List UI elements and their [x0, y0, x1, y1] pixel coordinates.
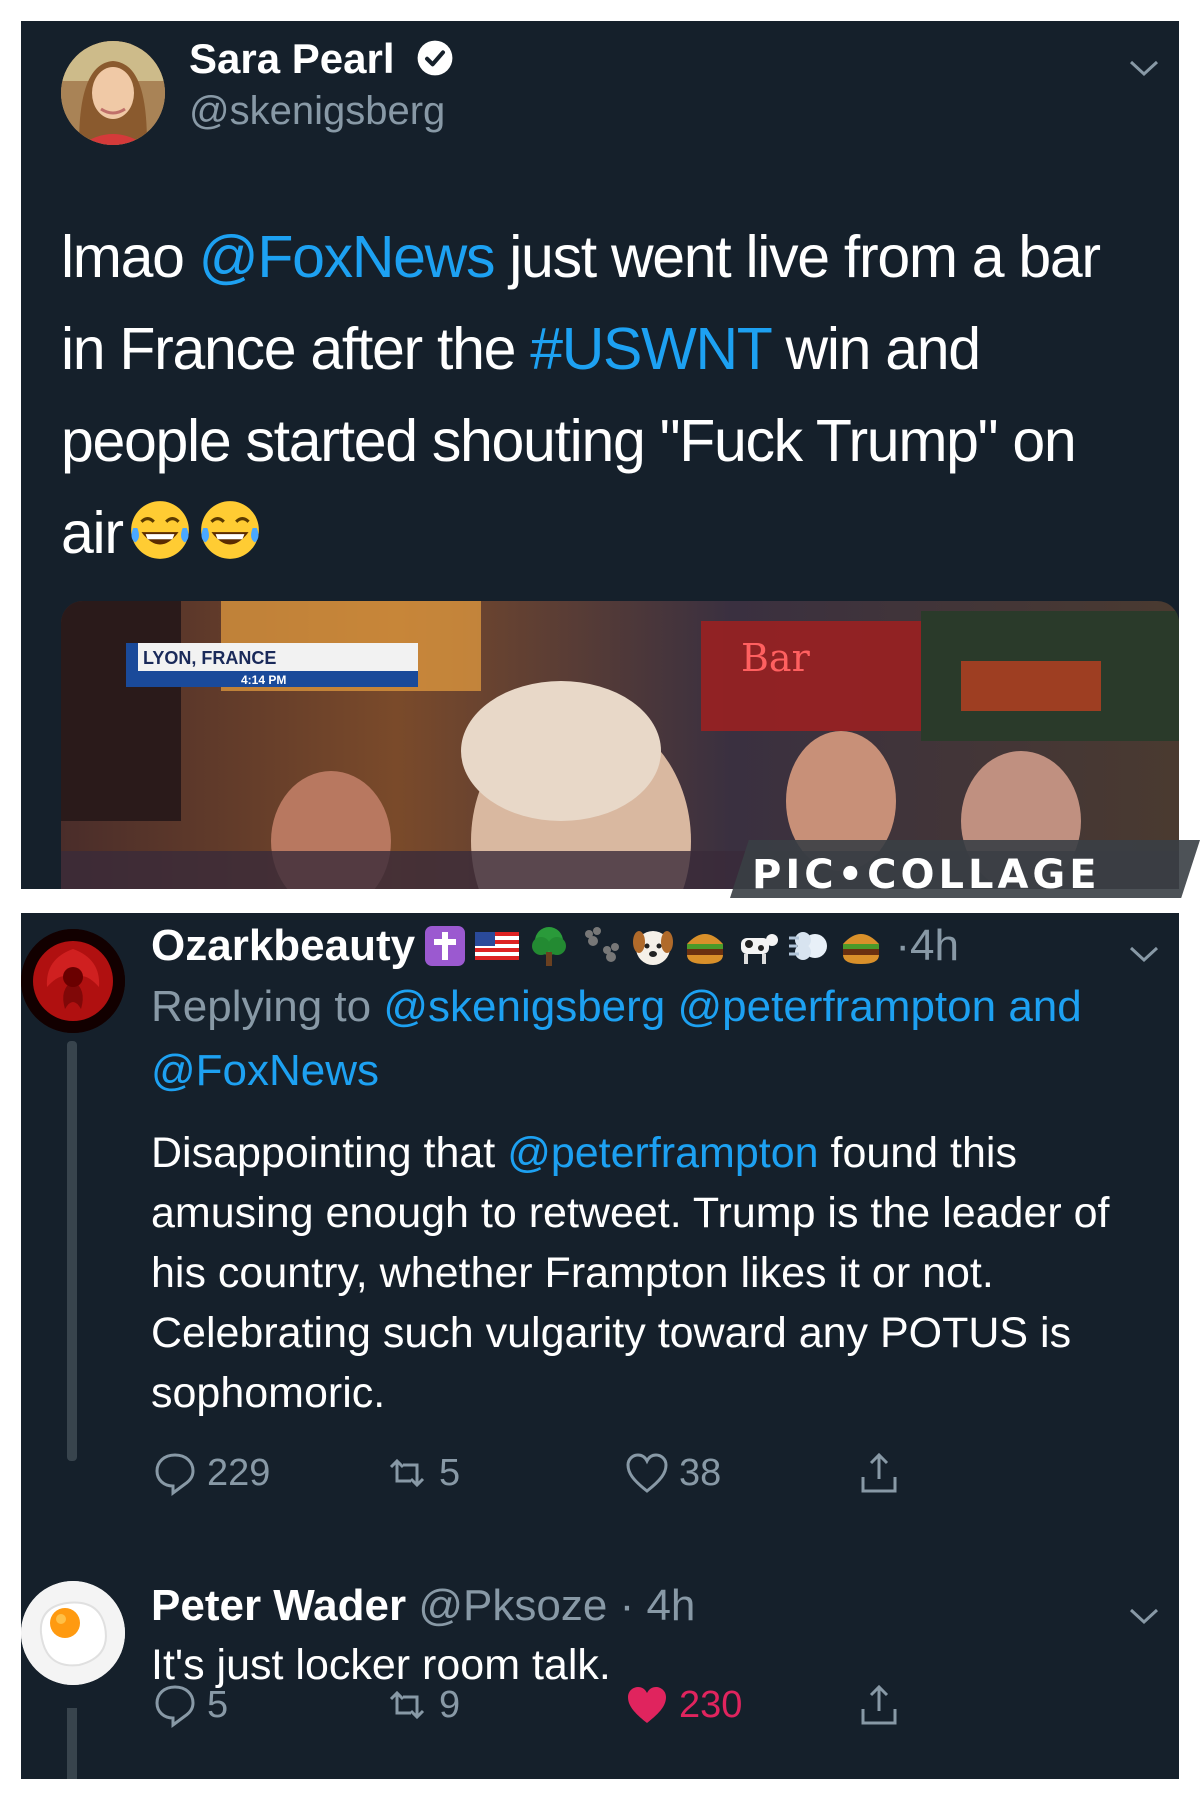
peter-wader-avatar[interactable]: [21, 1581, 125, 1685]
chevron-down-icon[interactable]: [1127, 943, 1161, 965]
reply-time[interactable]: 4h: [646, 1581, 695, 1630]
retweet-button[interactable]: 5: [383, 1449, 460, 1497]
author-name[interactable]: Sara Pearl: [189, 35, 395, 82]
chevron-down-icon[interactable]: [1127, 57, 1161, 79]
comment-icon: [155, 1685, 195, 1728]
share-button[interactable]: [855, 1449, 903, 1497]
reply-button[interactable]: 229: [151, 1449, 270, 1497]
tweet-panel: Sara Pearl @skenigsberg lmao @FoxNews ju…: [21, 21, 1179, 889]
laughing-tears-emoji-icon: [130, 501, 189, 559]
retweet-count: 5: [439, 1451, 461, 1494]
ozarkbeauty-avatar[interactable]: [21, 929, 125, 1033]
thread-connector-line: [67, 1041, 77, 1461]
like-button[interactable]: 230: [623, 1681, 742, 1729]
reply-time[interactable]: 4h: [910, 921, 959, 970]
retweet-button[interactable]: 9: [383, 1681, 460, 1729]
verified-badge-icon: [417, 40, 453, 76]
reply-button[interactable]: 5: [151, 1681, 228, 1729]
author-name-row[interactable]: Sara Pearl: [189, 35, 454, 83]
author-handle[interactable]: @skenigsberg: [189, 89, 445, 134]
tree-icon: [532, 927, 567, 966]
mention-link[interactable]: @FoxNews: [199, 224, 496, 290]
dog-face-icon: [633, 931, 674, 965]
reply-time-separator: ·: [895, 921, 910, 970]
reply-text-part: Disappointing that: [151, 1129, 508, 1177]
dash-icon: [789, 932, 828, 960]
hamburger-icon: [687, 934, 724, 964]
reply-author-handle[interactable]: @Pksoze: [418, 1581, 607, 1630]
thread-connector-line: [67, 1708, 77, 1779]
latin-cross-icon: [425, 926, 466, 966]
us-flag-icon: [475, 932, 520, 960]
comment-icon: [155, 1453, 195, 1496]
like-count: 38: [679, 1451, 722, 1494]
reply-header: Ozarkbeauty ·4h: [151, 921, 959, 971]
paw-prints-icon: [585, 927, 620, 962]
reply-count: 229: [207, 1451, 271, 1494]
retweet-icon: [389, 1458, 425, 1488]
tweet-text: lmao @FoxNews just went live from a bar …: [61, 211, 1151, 579]
replying-to-label: Replying to: [151, 982, 384, 1031]
replying-to-line: Replying to @skenigsberg @peterframpton …: [151, 975, 1161, 1103]
chevron-down-icon[interactable]: [1127, 1605, 1161, 1627]
heart-filled-icon: [628, 1687, 666, 1723]
reply-time-separator: ·: [607, 1581, 647, 1630]
laughing-tears-emoji-icon: [200, 501, 259, 559]
retweet-icon: [389, 1690, 425, 1720]
reply-text: Disappointing that @peterframpton found …: [151, 1123, 1171, 1423]
reply-author-name[interactable]: Peter Wader: [151, 1581, 406, 1630]
hamburger-icon: [843, 934, 880, 964]
watermark: PIC•COLLAGE: [752, 852, 1101, 898]
heart-icon: [626, 1453, 668, 1493]
reply-actions: 5 9 230: [151, 1681, 1151, 1741]
share-button[interactable]: [855, 1681, 903, 1729]
reply-count: 5: [207, 1683, 229, 1726]
bar-sign-text: Bar: [741, 636, 811, 680]
like-button[interactable]: 38: [623, 1449, 721, 1497]
chyron-time: 4:14 PM: [241, 673, 286, 687]
replies-panel: Ozarkbeauty ·4h Replying to @skenigsberg…: [21, 913, 1179, 1779]
author-avatar[interactable]: [61, 41, 165, 145]
like-count: 230: [679, 1683, 743, 1726]
share-icon: [861, 1684, 897, 1725]
reply-author-name[interactable]: Ozarkbeauty: [151, 921, 415, 970]
tweet-text-part: lmao: [61, 224, 199, 290]
cow-icon: [741, 934, 779, 964]
chyron-location: LYON, FRANCE: [143, 648, 276, 668]
share-icon: [861, 1452, 897, 1493]
mention-link[interactable]: @peterframpton: [507, 1129, 818, 1177]
retweet-count: 9: [439, 1683, 461, 1726]
reply-header: Peter Wader @Pksoze · 4h: [151, 1581, 695, 1631]
reply-actions: 229 5 38: [151, 1449, 1151, 1509]
hashtag-link[interactable]: #USWNT: [530, 316, 772, 382]
